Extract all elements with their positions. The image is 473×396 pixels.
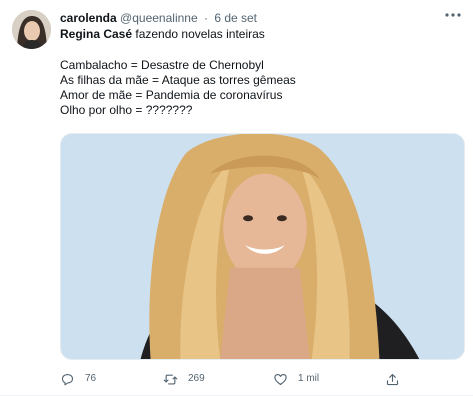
display-name[interactable]: carolenda [60,11,117,25]
reply-icon [61,373,74,385]
separator-dot: · [203,11,208,25]
like-count: 1 mil [298,373,320,384]
tweet-title: Regina Casé fazendo novelas inteiras [60,27,460,42]
tweet-card[interactable]: carolenda @queenalinne · 6 de set Regina… [0,0,473,396]
heart-icon [274,373,287,385]
like-button[interactable]: 1 mil [273,370,319,388]
avatar[interactable] [12,10,51,49]
retweet-button[interactable]: 269 [163,370,205,388]
tweet-image[interactable] [60,133,465,360]
tweet-actions: 76 269 1 mil [60,370,465,388]
tweet-body: Cambalacho = Desastre de Chernobyl As fi… [60,58,460,118]
tweet-title-rest: fazendo novelas inteiras [132,27,265,41]
reply-button[interactable]: 76 [60,370,96,388]
tweet-line: Cambalacho = Desastre de Chernobyl [60,58,264,72]
tweet-line: As filhas da mãe = Ataque as torres gême… [60,73,296,87]
retweet-count: 269 [188,373,205,384]
reply-count: 76 [85,373,97,384]
share-icon [386,373,399,385]
share-button[interactable] [385,370,410,388]
retweet-icon [163,374,178,384]
tweet-title-bold: Regina Casé [60,27,133,41]
tweet-header: carolenda @queenalinne · 6 de set [60,10,460,26]
ellipsis-icon[interactable] [443,9,463,25]
tweet-date[interactable]: 6 de set [214,11,257,25]
user-handle[interactable]: @queenalinne [120,11,198,25]
tweet-line: Amor de mãe = Pandemia de coronavírus [60,88,283,102]
tweet-line: Olho por olho = ??????? [60,103,193,117]
